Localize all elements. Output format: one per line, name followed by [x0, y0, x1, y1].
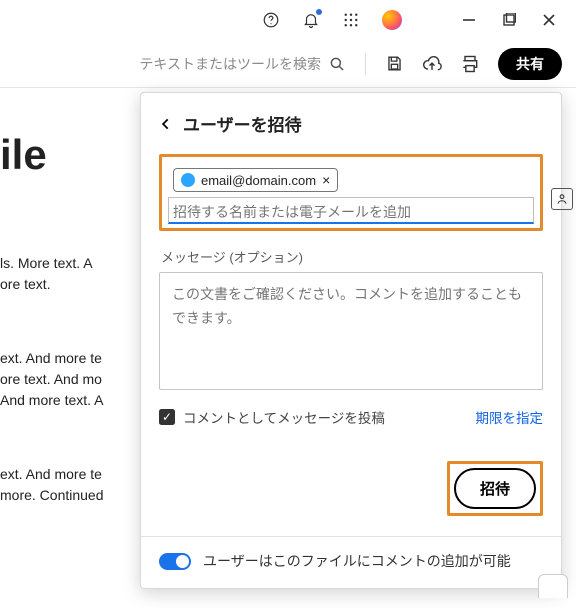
- message-textarea[interactable]: [159, 272, 543, 390]
- document-background: ile ls. More text. A ore text. ext. And …: [0, 88, 160, 608]
- apps-icon[interactable]: [342, 11, 360, 29]
- separator: [141, 536, 561, 537]
- cloud-upload-icon[interactable]: [422, 54, 442, 74]
- post-as-comment-checkbox[interactable]: ✓ コメントとしてメッセージを投稿: [159, 407, 385, 427]
- window-close-icon[interactable]: [540, 11, 558, 29]
- permission-text: ユーザーはこのファイルにコメントの追加が可能: [203, 551, 511, 572]
- invite-panel: ユーザーを招待 email@domain.com × メッセージ (オプション): [140, 92, 562, 589]
- search-input[interactable]: テキストまたはツールを検索: [139, 54, 347, 74]
- checkbox-label: コメントとしてメッセージを投稿: [183, 407, 385, 427]
- window-maximize-icon[interactable]: [500, 11, 518, 29]
- doc-paragraph: ext. And more te ore text. And mo And mo…: [0, 348, 150, 411]
- back-icon[interactable]: [159, 117, 173, 131]
- toolbar: テキストまたはツールを検索 共有: [0, 40, 576, 88]
- panel-title: ユーザーを招待: [183, 111, 302, 136]
- print-icon[interactable]: [460, 54, 480, 74]
- doc-paragraph: ext. And more te more. Continued: [0, 464, 150, 506]
- divider: [365, 53, 366, 75]
- invite-highlight: 招待: [447, 461, 543, 516]
- system-bar: [0, 0, 576, 40]
- share-button[interactable]: 共有: [498, 48, 562, 80]
- invite-button[interactable]: 招待: [454, 468, 536, 509]
- email-highlight: email@domain.com ×: [159, 154, 543, 231]
- side-panel-edge: [538, 574, 568, 598]
- search-placeholder: テキストまたはツールを検索: [139, 54, 321, 74]
- save-icon[interactable]: [384, 54, 404, 74]
- search-icon: [327, 54, 347, 74]
- window-minimize-icon[interactable]: [460, 11, 478, 29]
- doc-title-fragment: ile: [0, 123, 150, 186]
- email-chip[interactable]: email@domain.com ×: [173, 168, 338, 192]
- avatar-icon: [181, 173, 195, 187]
- comment-permission-toggle[interactable]: [159, 553, 191, 570]
- contacts-icon[interactable]: [551, 188, 573, 210]
- doc-paragraph: ls. More text. A ore text.: [0, 253, 150, 295]
- help-icon[interactable]: [262, 11, 280, 29]
- notification-dot: [316, 9, 322, 15]
- profile-icon[interactable]: [382, 10, 402, 30]
- invite-email-input[interactable]: [169, 198, 533, 222]
- chip-remove-icon[interactable]: ×: [322, 172, 330, 188]
- bell-icon[interactable]: [302, 11, 320, 29]
- message-label: メッセージ (オプション): [161, 247, 543, 266]
- set-deadline-link[interactable]: 期限を指定: [476, 407, 544, 427]
- checkbox-checked-icon: ✓: [159, 409, 175, 425]
- chip-email-text: email@domain.com: [201, 173, 316, 188]
